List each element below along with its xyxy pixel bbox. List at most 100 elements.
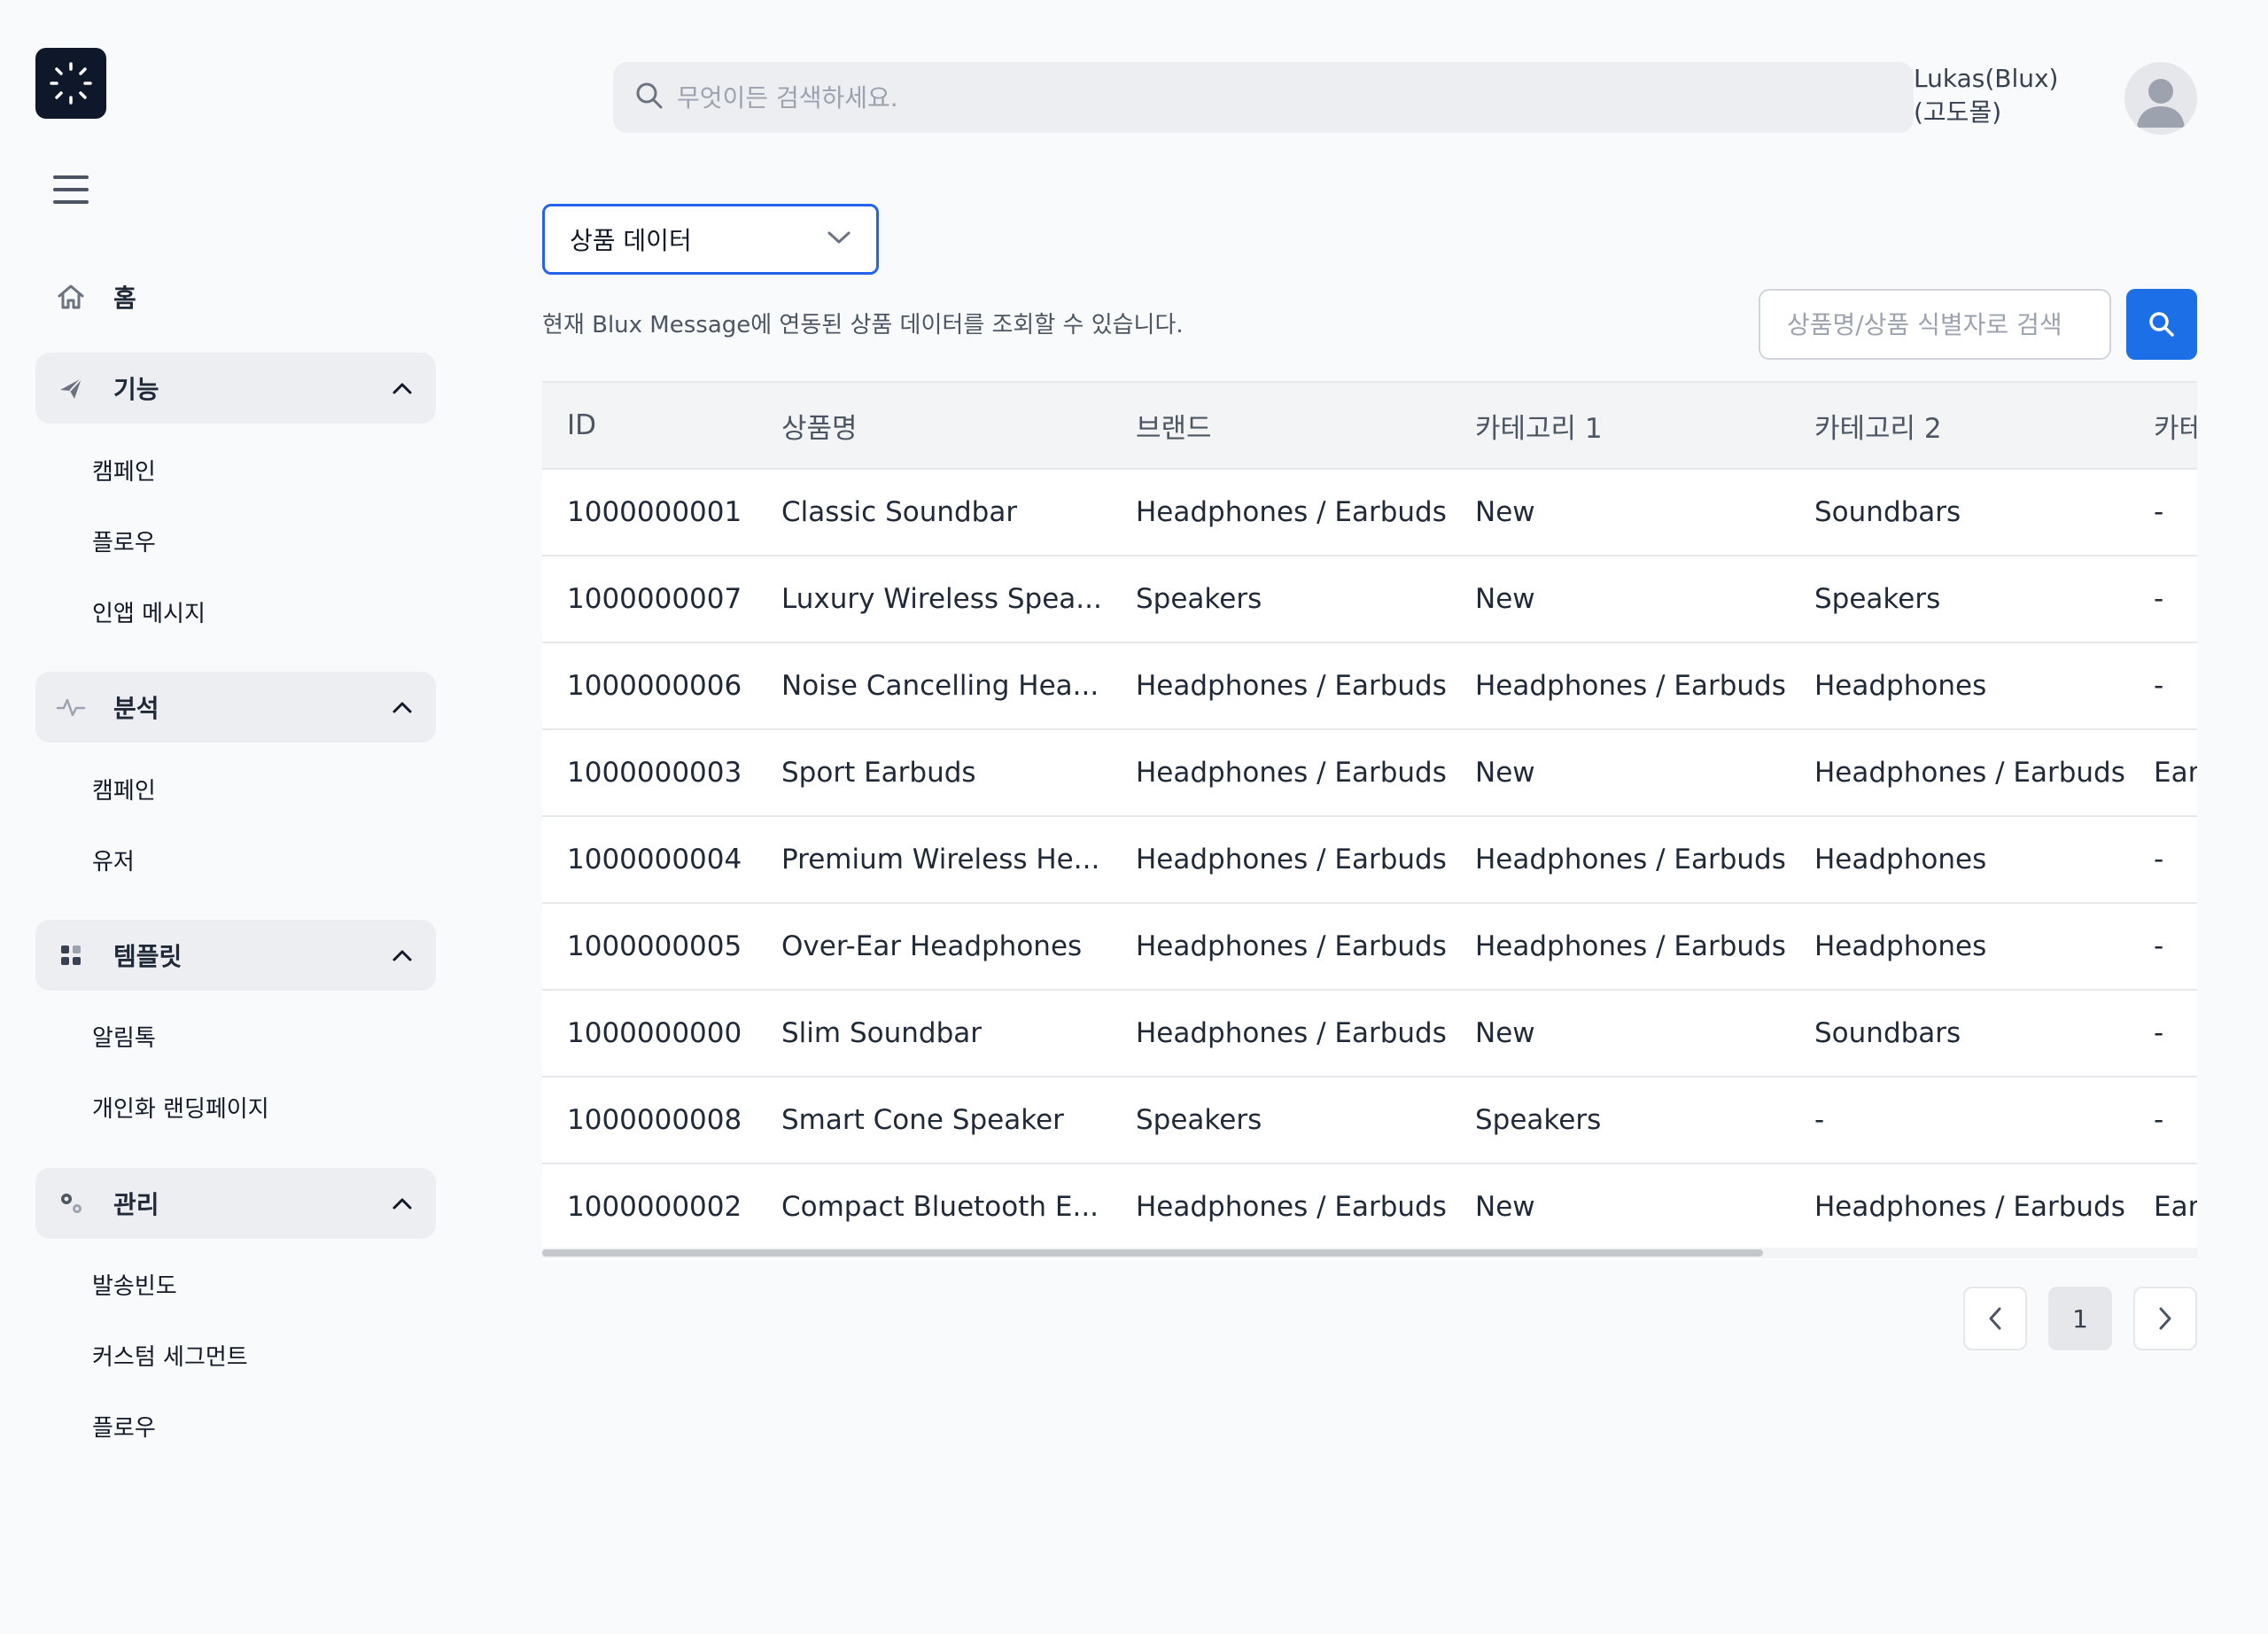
table-cell: Headphones / Earbuds	[1450, 903, 1790, 991]
app: 홈 기능 캠페인 플로우 인앱 메시지 분석 캠페인 유저 템플릿 알림톡 개인…	[0, 0, 2268, 1634]
table-cell: 1000000007	[542, 556, 757, 643]
table-horizontal-scrollbar[interactable]	[542, 1248, 2197, 1258]
table-cell: Headphones / Earbuds	[1450, 816, 1790, 904]
table-cell: Smart Cone Speaker	[757, 1077, 1111, 1164]
table-cell: 1000000000	[542, 990, 757, 1078]
table-cell: -	[2129, 556, 2197, 643]
table-cell: Compact Bluetooth E...	[757, 1163, 1111, 1251]
search-icon	[634, 81, 664, 114]
table-cell: Slim Soundbar	[757, 990, 1111, 1078]
table-cell: 1000000008	[542, 1077, 757, 1164]
chevron-down-icon	[827, 230, 851, 249]
sidebar-item-in-app-message[interactable]: 인앱 메시지	[92, 596, 206, 632]
table-cell: -	[2129, 816, 2197, 904]
column-header-category-3[interactable]: 카테고리 3	[2129, 381, 2197, 470]
scrollbar-thumb[interactable]	[542, 1249, 1763, 1257]
table-cell: -	[2129, 990, 2197, 1078]
product-table: ID 상품명 브랜드 카테고리 1 카테고리 2 카테고리 3 10000000…	[542, 381, 2197, 1251]
table-cell: Noise Cancelling Hea...	[757, 642, 1111, 730]
column-header-id[interactable]: ID	[542, 381, 757, 470]
table-cell: Soundbars	[1790, 990, 2129, 1078]
table-cell: Headphones / Earbuds	[1111, 816, 1450, 904]
sidebar-item-home[interactable]: 홈	[35, 266, 436, 328]
table-row[interactable]: 1000000002 Compact Bluetooth E... Headph…	[542, 1163, 2197, 1251]
product-search-button[interactable]	[2126, 289, 2197, 360]
chevron-up-icon	[390, 695, 415, 720]
table-row[interactable]: 1000000003 Sport Earbuds Headphones / Ea…	[542, 729, 2197, 817]
table-cell: Earbuds	[2129, 1163, 2197, 1251]
table-cell: Headphones / Earbuds	[1450, 642, 1790, 730]
table-row[interactable]: 1000000007 Luxury Wireless Spea... Speak…	[542, 556, 2197, 643]
global-search-input[interactable]	[677, 82, 1829, 113]
activity-icon	[55, 691, 87, 723]
table-cell: Premium Wireless He...	[757, 816, 1111, 904]
avatar[interactable]	[2124, 62, 2197, 135]
column-header-brand[interactable]: 브랜드	[1111, 381, 1450, 470]
global-search-bar[interactable]	[613, 62, 1914, 133]
chevron-right-icon	[2159, 1307, 2171, 1330]
sidebar-item-campaign-analytics[interactable]: 캠페인	[92, 774, 156, 809]
sidebar-group-features[interactable]: 기능	[35, 353, 436, 424]
table-row[interactable]: 1000000005 Over-Ear Headphones Headphone…	[542, 903, 2197, 991]
column-header-category-2[interactable]: 카테고리 2	[1790, 381, 2129, 470]
chevron-up-icon	[390, 376, 415, 401]
page-description: 현재 Blux Message에 연동된 상품 데이터를 조회할 수 있습니다.	[542, 312, 1184, 338]
sidebar-group-label: 기능	[113, 375, 159, 404]
table-cell: Headphones	[1790, 816, 2129, 904]
table-cell: Headphones / Earbuds	[1790, 729, 2129, 817]
table-cell: New	[1450, 729, 1790, 817]
table-cell: 1000000003	[542, 729, 757, 817]
table-cell: Headphones / Earbuds	[1111, 903, 1450, 991]
logo[interactable]	[35, 48, 106, 119]
table-cell: -	[2129, 903, 2197, 991]
table-cell: -	[1790, 1077, 2129, 1164]
user-name-line1: Lukas(Blux)	[1914, 64, 2059, 93]
product-table-container[interactable]: ID 상품명 브랜드 카테고리 1 카테고리 2 카테고리 3 10000000…	[542, 381, 2197, 1260]
sidebar-item-landing-page[interactable]: 개인화 랜딩페이지	[92, 1092, 269, 1127]
table-cell: 1000000001	[542, 469, 757, 556]
sidebar-item-custom-segment[interactable]: 커스텀 세그먼트	[92, 1340, 248, 1375]
dataset-select-value: 상품 데이터	[570, 226, 692, 255]
table-row[interactable]: 1000000000 Slim Soundbar Headphones / Ea…	[542, 990, 2197, 1078]
sidebar-item-send-frequency[interactable]: 발송빈도	[92, 1269, 177, 1304]
sidebar-group-analytics[interactable]: 분석	[35, 672, 436, 743]
pagination-next-button[interactable]	[2133, 1287, 2197, 1350]
sidebar-group-templates[interactable]: 템플릿	[35, 920, 436, 991]
product-search-field[interactable]	[1759, 289, 2111, 360]
table-row[interactable]: 1000000006 Noise Cancelling Hea... Headp…	[542, 642, 2197, 730]
sidebar-item-alimtalk[interactable]: 알림톡	[92, 1021, 156, 1056]
table-cell: Headphones / Earbuds	[1111, 1163, 1450, 1251]
sidebar-item-flow[interactable]: 플로우	[92, 525, 156, 561]
sidebar-group-label: 관리	[113, 1190, 159, 1219]
send-icon	[55, 372, 87, 404]
home-icon	[55, 281, 87, 313]
table-cell: Headphones / Earbuds	[1111, 469, 1450, 556]
sidebar-group-management[interactable]: 관리	[35, 1168, 436, 1239]
table-cell: 1000000002	[542, 1163, 757, 1251]
table-cell: -	[2129, 642, 2197, 730]
table-row[interactable]: 1000000004 Premium Wireless He... Headph…	[542, 816, 2197, 904]
table-cell: Sport Earbuds	[757, 729, 1111, 817]
sidebar-group-label: 분석	[113, 694, 159, 723]
sidebar-item-flow-management[interactable]: 플로우	[92, 1411, 156, 1446]
product-search-input[interactable]	[1787, 309, 2088, 339]
sidebar-item-users[interactable]: 유저	[92, 844, 135, 880]
table-row[interactable]: 1000000001 Classic Soundbar Headphones /…	[542, 469, 2197, 556]
dataset-select[interactable]: 상품 데이터	[542, 204, 879, 275]
table-row[interactable]: 1000000008 Smart Cone Speaker Speakers S…	[542, 1077, 2197, 1164]
table-cell: -	[2129, 1077, 2197, 1164]
column-header-category-1[interactable]: 카테고리 1	[1450, 381, 1790, 470]
hamburger-menu-button[interactable]	[53, 175, 89, 204]
pagination-prev-button[interactable]	[1963, 1287, 2027, 1350]
table-cell: Headphones / Earbuds	[1790, 1163, 2129, 1251]
table-cell: 1000000006	[542, 642, 757, 730]
pagination-page-1[interactable]: 1	[2048, 1287, 2112, 1350]
table-cell: 1000000005	[542, 903, 757, 991]
sidebar-group-label: 템플릿	[113, 942, 183, 971]
table-cell: -	[2129, 469, 2197, 556]
table-cell: Speakers	[1111, 1077, 1450, 1164]
chevron-left-icon	[1989, 1307, 2001, 1330]
column-header-product-name[interactable]: 상품명	[757, 381, 1111, 470]
grid-icon	[55, 939, 87, 971]
sidebar-item-campaign[interactable]: 캠페인	[92, 455, 156, 490]
